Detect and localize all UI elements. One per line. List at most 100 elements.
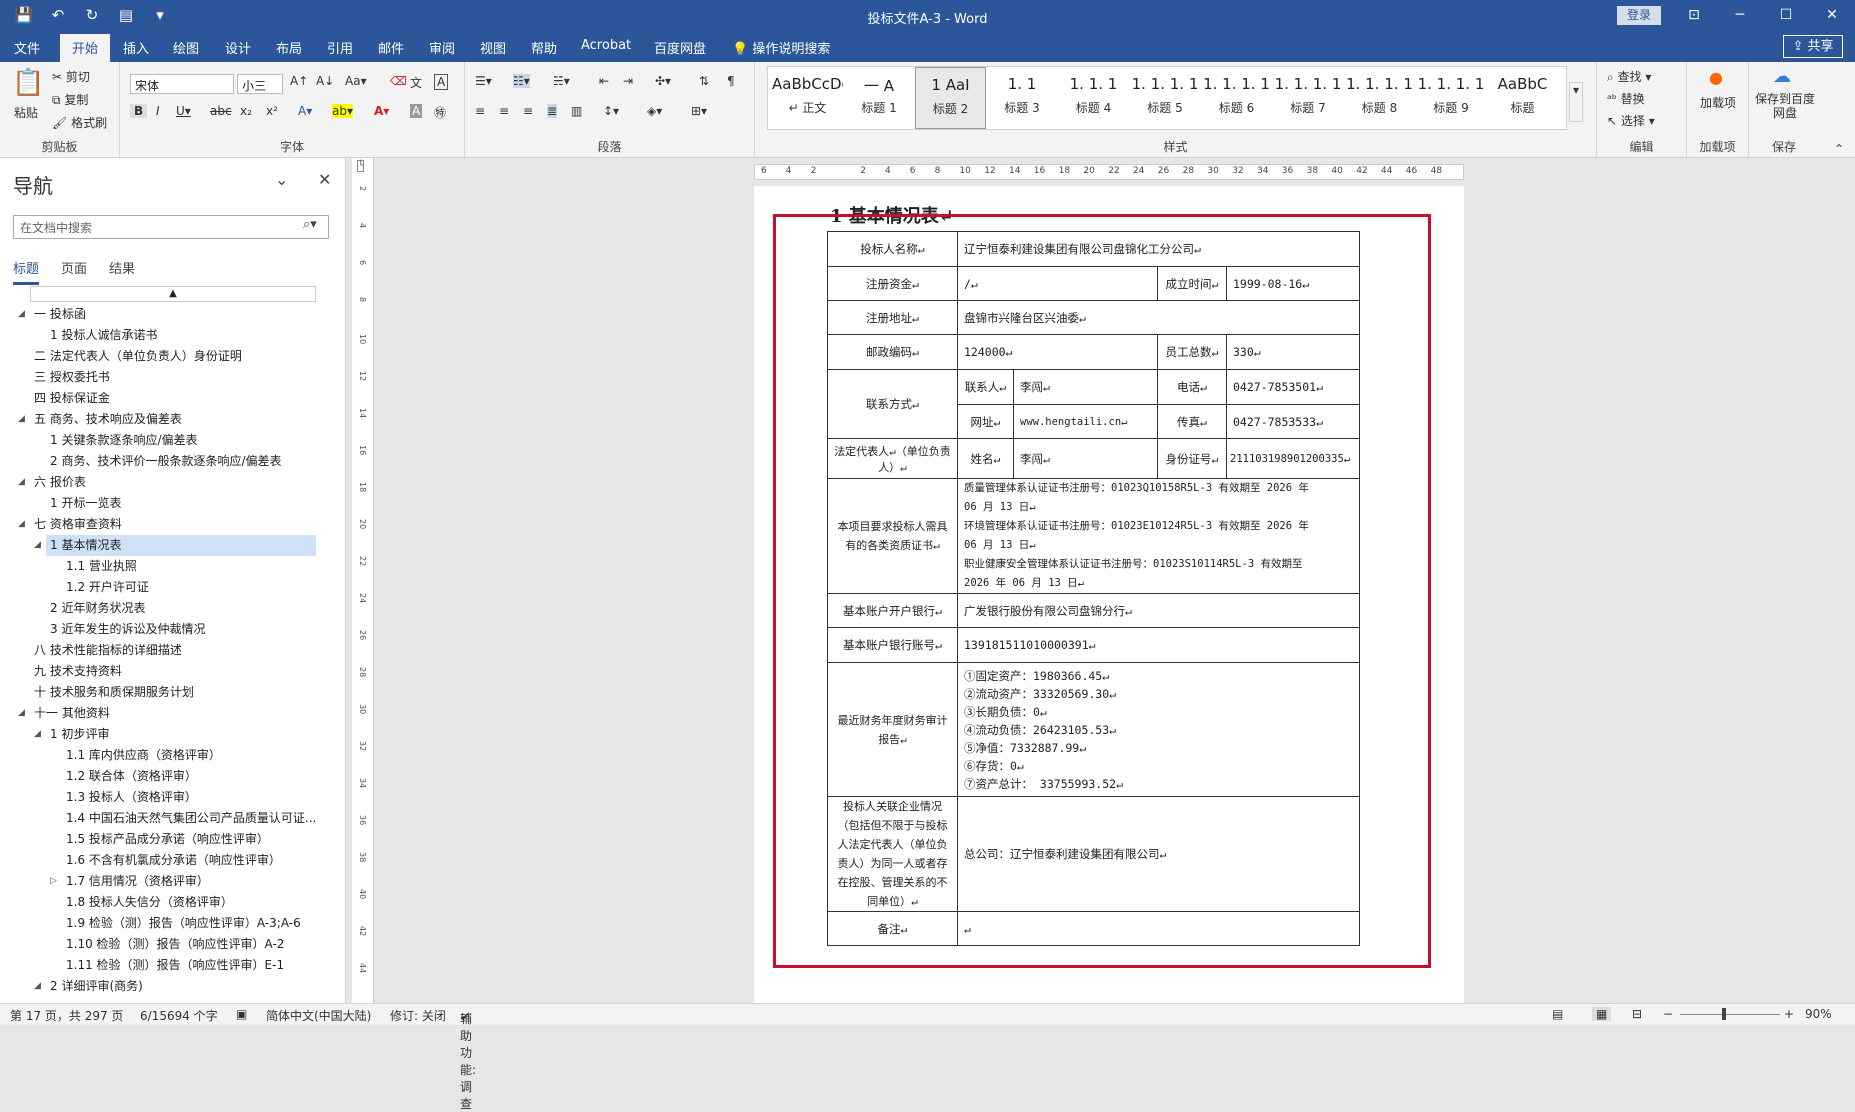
name-value[interactable]: 李闯↵	[1013, 438, 1158, 479]
nav-tab-pages[interactable]: 页面	[61, 258, 87, 285]
style-heading-6[interactable]: 1. 1. 1. 1 标题 6	[1201, 67, 1272, 129]
language-status[interactable]: 简体中文(中国大陆)	[266, 1007, 371, 1024]
char-border-icon[interactable]: A	[434, 74, 449, 90]
nav-heading-item[interactable]: 二 法定代表人（单位负责人）身份证明	[0, 346, 320, 367]
addins-icon[interactable]: ●	[1709, 68, 1723, 87]
style-heading-3[interactable]: 1. 1 标题 3	[987, 67, 1058, 129]
word-count[interactable]: 6/15694 个字	[140, 1007, 218, 1024]
tell-me-search[interactable]: 💡 操作说明搜索	[732, 38, 830, 57]
nav-tab-headings[interactable]: 标题	[13, 258, 40, 285]
collapse-caret-icon[interactable]: ◢	[34, 976, 41, 997]
strikethrough-icon[interactable]: abc	[210, 104, 232, 118]
nav-search-input[interactable]: 在文档中搜索	[13, 215, 329, 239]
decrease-indent-icon[interactable]: ⇤	[599, 74, 609, 88]
style-heading-4[interactable]: 1. 1. 1 标题 4	[1058, 67, 1129, 129]
bullets-icon[interactable]: ☰▾	[475, 74, 492, 88]
web-value[interactable]: www.hengtaili.cn↵	[1013, 404, 1158, 439]
paste-icon[interactable]: 📋	[12, 68, 44, 98]
person-value[interactable]: 李闯↵	[1013, 369, 1158, 405]
styles-more-icon[interactable]: ▾	[1569, 82, 1583, 122]
style-heading-10[interactable]: AaBbC 标题	[1487, 67, 1558, 129]
print-layout-icon[interactable]: ▦	[1592, 1007, 1612, 1021]
tel-value[interactable]: 0427-7853501↵	[1226, 369, 1360, 405]
share-button[interactable]: ⇪ 共享	[1783, 35, 1843, 58]
style-heading-7[interactable]: 1. 1. 1. 1 标题 7	[1273, 67, 1344, 129]
related-value[interactable]: 总公司：辽宁恒泰利建设集团有限公司↵	[957, 796, 1360, 912]
account-value[interactable]: 139181511010000391↵	[957, 627, 1360, 663]
superscript-icon[interactable]: x²	[266, 104, 278, 118]
center-icon[interactable]: ≡	[499, 104, 509, 118]
copy-button[interactable]: ⧉ 复制	[52, 91, 88, 108]
nav-heading-item[interactable]: ◢ 七 资格审查资料	[0, 514, 320, 535]
tab-help[interactable]: 帮助	[531, 38, 557, 57]
maximize-icon[interactable]: ☐	[1763, 0, 1809, 32]
style-heading-1[interactable]: 一 A 标题 1	[844, 67, 915, 129]
format-painter-button[interactable]: 🖌 格式刷	[52, 114, 107, 131]
nav-heading-item[interactable]: 1.6 不含有机氯成分承诺（响应性评审）	[0, 850, 320, 871]
tab-file[interactable]: 文件	[14, 38, 40, 57]
tab-home[interactable]: 开始	[60, 34, 111, 62]
subscript-icon[interactable]: x₂	[240, 104, 252, 118]
collapse-caret-icon[interactable]: ◢	[18, 514, 25, 535]
multilevel-list-icon[interactable]: ☵▾	[553, 74, 570, 88]
nav-heading-item[interactable]: 2 商务、技术评价一般条款逐条响应/偏差表	[0, 451, 320, 472]
nav-heading-item[interactable]: 1.9 检验（测）报告（响应性评审）A-3;A-6	[0, 913, 320, 934]
nav-heading-item[interactable]: ◢ 六 报价表	[0, 472, 320, 493]
sort-icon[interactable]: ⇅	[699, 74, 709, 88]
find-button[interactable]: ⌕ 查找 ▾	[1607, 68, 1651, 85]
underline-icon[interactable]: U▾	[176, 104, 191, 118]
scroll-up-icon[interactable]: ▲	[30, 286, 316, 302]
nav-heading-item[interactable]: 3 近年发生的诉讼及仲裁情况	[0, 619, 320, 640]
nav-heading-item[interactable]: 三 授权委托书	[0, 367, 320, 388]
style-heading-9[interactable]: 1. 1. 1. 1 标题 9	[1416, 67, 1487, 129]
highlight-icon[interactable]: ab▾	[332, 104, 353, 118]
nav-heading-item[interactable]: ◢ 一 投标函	[0, 304, 320, 325]
track-changes-status[interactable]: 修订: 关闭	[390, 1007, 446, 1024]
nav-heading-item[interactable]: 1.11 检验（测）报告（响应性评审）E-1	[0, 955, 320, 976]
nav-heading-item[interactable]: 1 关键条款逐条响应/偏差表	[0, 430, 320, 451]
italic-icon[interactable]: I	[156, 104, 160, 118]
tab-design[interactable]: 设计	[225, 38, 251, 57]
tab-mailings[interactable]: 邮件	[378, 38, 404, 57]
nav-heading-item[interactable]: 1.10 检验（测）报告（响应性评审）A-2	[0, 934, 320, 955]
search-icon[interactable]: ⌕▾	[303, 217, 317, 232]
align-right-icon[interactable]: ≡	[523, 104, 533, 118]
close-icon[interactable]: ✕	[1809, 0, 1855, 32]
collapse-caret-icon[interactable]: ◢	[18, 703, 25, 724]
tab-view[interactable]: 视图	[480, 38, 506, 57]
clear-format-icon[interactable]: ⌫	[390, 74, 407, 88]
minimize-icon[interactable]: ─	[1717, 0, 1763, 32]
nav-heading-item[interactable]: ▷ 1.7 信用情况（资格评审）	[0, 871, 320, 892]
increase-indent-icon[interactable]: ⇥	[623, 74, 633, 88]
font-size-combo[interactable]: 小三	[237, 74, 283, 94]
web-layout-icon[interactable]: ⊟	[1632, 1007, 1642, 1021]
nav-heading-item[interactable]: 1.8 投标人失信分（资格评审）	[0, 892, 320, 913]
collapse-caret-icon[interactable]: ◢	[34, 535, 41, 556]
collapse-caret-icon[interactable]: ◢	[34, 724, 41, 745]
bold-icon[interactable]: B	[130, 104, 148, 118]
nav-heading-item[interactable]: 1.1 库内供应商（资格评审）	[0, 745, 320, 766]
style-heading-2[interactable]: 1 AaI 标题 2	[915, 67, 986, 129]
replace-button[interactable]: ᵃᵇ 替换	[1607, 90, 1645, 107]
shrink-font-icon[interactable]: A↓	[316, 74, 334, 88]
tab-references[interactable]: 引用	[327, 38, 353, 57]
tab-baidu[interactable]: 百度网盘	[654, 38, 706, 57]
est-value[interactable]: 1999-08-16↵	[1226, 266, 1360, 301]
fax-value[interactable]: 0427-7853533↵	[1226, 404, 1360, 439]
phonetic-guide-icon[interactable]: 文	[410, 74, 422, 91]
tab-selector-icon[interactable]: └	[357, 160, 365, 172]
style-normal[interactable]: AaBbCcDdE ↵ 正文	[772, 67, 843, 129]
nav-heading-item[interactable]: 1 开标一览表	[0, 493, 320, 514]
style-heading-5[interactable]: 1. 1. 1. 1 标题 5	[1130, 67, 1201, 129]
collapse-caret-icon[interactable]: ◢	[18, 409, 25, 430]
cut-button[interactable]: ✂ 剪切	[52, 68, 90, 85]
nav-options-icon[interactable]: ⌄	[275, 170, 288, 189]
nav-heading-item[interactable]: 1.1 营业执照	[0, 556, 320, 577]
read-mode-icon[interactable]: ▤	[1552, 1007, 1563, 1021]
zoom-out-icon[interactable]: −	[1663, 1007, 1673, 1021]
line-spacing-icon[interactable]: ↕▾	[603, 104, 619, 118]
nav-heading-item[interactable]: 1.2 联合体（资格评审）	[0, 766, 320, 787]
font-color-icon[interactable]: A▾	[374, 104, 389, 118]
nav-heading-item[interactable]: 1.3 投标人（资格评审）	[0, 787, 320, 808]
baidu-cloud-icon[interactable]: ☁	[1773, 66, 1791, 87]
